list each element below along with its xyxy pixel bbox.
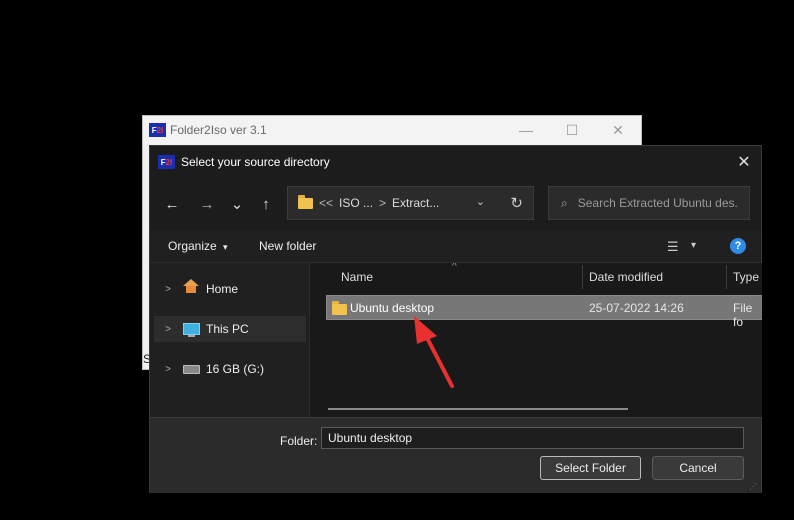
annotation-arrow: [414, 316, 454, 388]
